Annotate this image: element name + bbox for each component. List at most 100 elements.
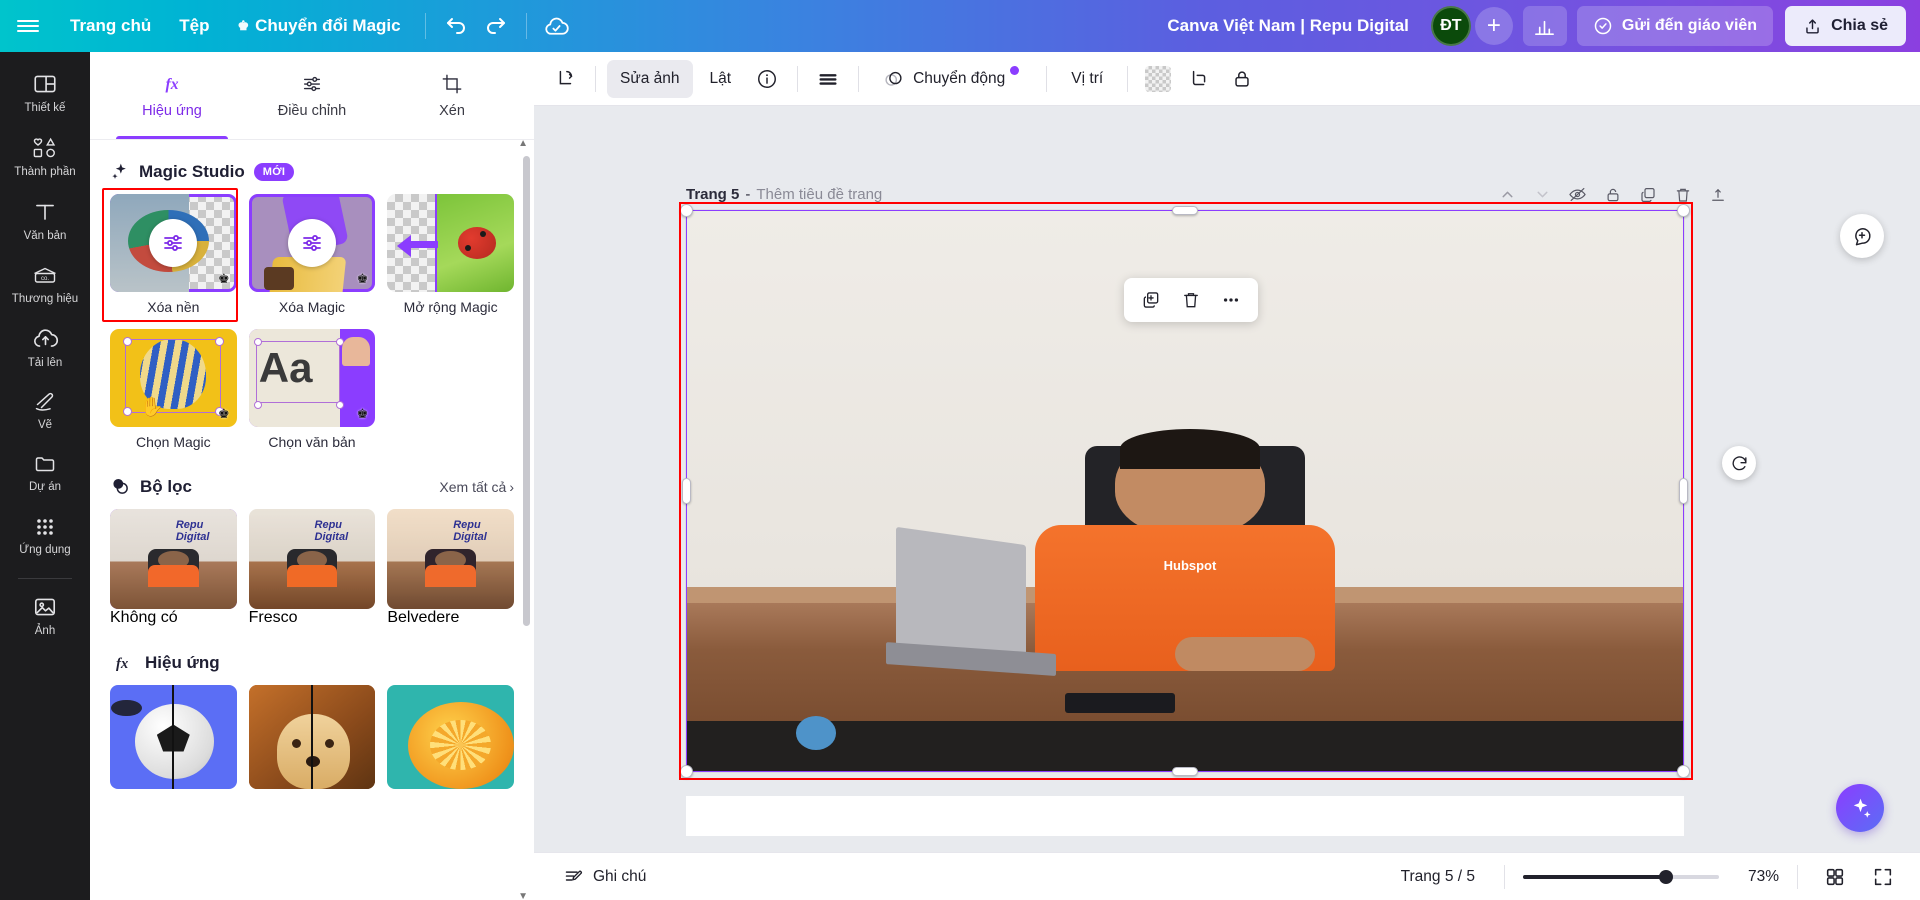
sidebar-item-draw[interactable]: Vẽ xyxy=(6,381,84,439)
element-toolbar: Sửa ảnh Lật Chuyển động Vị tr xyxy=(534,52,1920,106)
effects-panel: fx Hiệu ứng Điều chỉnh Xén xyxy=(90,52,534,900)
sidebar-item-design[interactable]: Thiết kế xyxy=(6,62,84,122)
flip-button[interactable]: Lật xyxy=(697,60,745,98)
menu-home[interactable]: Trang chủ xyxy=(56,9,165,43)
lock-page-icon[interactable] xyxy=(1596,178,1629,211)
next-page-preview[interactable] xyxy=(686,796,1684,836)
left-rail: Thiết kế Thành phần Văn bản co. Thương h… xyxy=(0,52,90,900)
undo-icon[interactable] xyxy=(436,6,476,46)
resize-handle-top[interactable] xyxy=(1172,206,1198,215)
resize-handle-right[interactable] xyxy=(1679,478,1688,504)
card-thumb: ✋ ♚ xyxy=(110,329,237,427)
magic-sparkle-icon[interactable] xyxy=(1836,784,1884,832)
effect-item-blur[interactable] xyxy=(249,685,376,789)
zoom-slider[interactable] xyxy=(1523,875,1719,879)
expand-page-icon[interactable] xyxy=(1701,178,1734,211)
page-counter[interactable]: Trang 5 / 5 xyxy=(1390,861,1486,893)
tab-adjust[interactable]: Điều chỉnh xyxy=(242,53,382,139)
canvas-area: Trang 5 - Thêm tiêu đề trang xyxy=(534,106,1920,900)
comment-plus-icon[interactable] xyxy=(1840,214,1884,258)
resize-handle-bl[interactable] xyxy=(680,765,693,778)
pen-draw-icon xyxy=(32,390,59,414)
tab-effects[interactable]: fx Hiệu ứng xyxy=(102,53,242,139)
panel-content: Magic Studio MỚI ♚ xyxy=(90,140,534,900)
notes-button[interactable]: Ghi chú xyxy=(552,859,657,894)
transparency-icon[interactable] xyxy=(1145,66,1171,92)
menu-magic-switch[interactable]: ♚ Chuyển đổi Magic xyxy=(223,9,414,43)
info-icon[interactable] xyxy=(748,60,786,98)
share-button[interactable]: Chia sẻ xyxy=(1785,6,1906,46)
sidebar-label: Thương hiệu xyxy=(12,293,78,306)
send-to-teacher-label: Gửi đến giáo viên xyxy=(1622,17,1757,35)
card-remove-background[interactable]: ♚ Xóa nền xyxy=(110,194,237,315)
sidebar-item-text[interactable]: Văn bản xyxy=(6,190,84,250)
tab-crop[interactable]: Xén xyxy=(382,53,522,139)
resize-handle-br[interactable] xyxy=(1677,765,1690,778)
send-to-teacher-button[interactable]: Gửi đến giáo viên xyxy=(1577,6,1773,46)
divider xyxy=(858,66,859,92)
resize-handle-tl[interactable] xyxy=(680,204,693,217)
hamburger-icon[interactable] xyxy=(0,0,56,52)
filter-item-belvedere[interactable]: Repu Digital Belvedere xyxy=(387,509,514,627)
chevron-down-icon[interactable] xyxy=(1526,178,1559,211)
filter-item-fresco[interactable]: Repu Digital Fresco xyxy=(249,509,376,627)
avatar[interactable]: ĐT xyxy=(1431,6,1471,46)
align-lines-icon[interactable] xyxy=(809,60,847,98)
page-header[interactable]: Trang 5 - Thêm tiêu đề trang xyxy=(686,186,882,203)
grid-view-icon[interactable] xyxy=(1816,858,1854,896)
chevron-up-icon[interactable] xyxy=(1491,178,1524,211)
resize-handle-tr[interactable] xyxy=(1677,204,1690,217)
magic-sliders-icon xyxy=(288,219,336,267)
card-magic-grab[interactable]: ✋ ♚ Chọn Magic xyxy=(110,329,237,450)
brand-kit-icon: co. xyxy=(31,264,59,288)
cloud-check-icon[interactable] xyxy=(537,6,577,46)
effect-item-duotone[interactable] xyxy=(387,685,514,789)
sidebar-item-elements[interactable]: Thành phần xyxy=(6,126,84,186)
redo-icon[interactable] xyxy=(476,6,516,46)
sidebar-item-photos[interactable]: Ảnh xyxy=(6,585,84,645)
sidebar-label: Tải lên xyxy=(28,357,63,370)
bar-chart-icon[interactable] xyxy=(1523,6,1567,46)
trash-icon[interactable] xyxy=(1172,282,1210,318)
card-label: Mở rộng Magic xyxy=(387,299,514,315)
crop-corner-icon[interactable] xyxy=(1181,60,1219,98)
card-select-text[interactable]: Aa ♚ Chọn văn bản xyxy=(249,329,376,450)
eye-off-icon[interactable] xyxy=(1561,178,1594,211)
sidebar-item-projects[interactable]: Dự án xyxy=(6,443,84,501)
filter-item-none[interactable]: Repu Digital Không có xyxy=(110,509,237,627)
add-collaborator-button[interactable]: + xyxy=(1475,7,1513,45)
menu-file[interactable]: Tệp xyxy=(165,9,223,43)
lock-icon[interactable] xyxy=(1223,60,1261,98)
flip-transform-icon[interactable] xyxy=(546,60,584,98)
rotate-icon[interactable] xyxy=(1722,446,1756,480)
filters-see-all-link[interactable]: Xem tất cả › xyxy=(439,479,514,495)
zoom-value[interactable]: 73% xyxy=(1731,868,1779,886)
editor-area: Sửa ảnh Lật Chuyển động Vị tr xyxy=(534,52,1920,900)
sidebar-item-uploads[interactable]: Tải lên xyxy=(6,317,84,377)
more-dots-icon[interactable] xyxy=(1212,282,1250,318)
card-magic-expand[interactable]: Mở rộng Magic xyxy=(387,194,514,315)
menu-file-label: Tệp xyxy=(179,16,209,36)
fullscreen-icon[interactable] xyxy=(1864,858,1902,896)
zoom-slider-fill xyxy=(1523,875,1666,879)
page-title-input[interactable]: Thêm tiêu đề trang xyxy=(756,186,882,203)
pro-crown-icon: ♚ xyxy=(357,406,369,422)
effect-item-shadow[interactable] xyxy=(110,685,237,789)
scroll-up-arrow-icon[interactable]: ▲ xyxy=(518,138,528,149)
zoom-slider-knob[interactable] xyxy=(1659,870,1673,884)
edit-photo-button[interactable]: Sửa ảnh xyxy=(607,60,693,98)
scroll-down-arrow-icon[interactable]: ▼ xyxy=(518,891,528,900)
sidebar-item-apps[interactable]: Ứng dụng xyxy=(6,506,84,564)
resize-handle-bottom[interactable] xyxy=(1172,767,1198,776)
resize-handle-left[interactable] xyxy=(682,478,691,504)
document-title[interactable]: Canva Việt Nam | Repu Digital xyxy=(1155,10,1421,42)
effect-thumb xyxy=(249,685,376,789)
filter-label: Không có xyxy=(110,609,178,626)
position-button[interactable]: Vị trí xyxy=(1058,60,1116,98)
duplicate-icon[interactable] xyxy=(1132,282,1170,318)
sidebar-item-brand[interactable]: co. Thương hiệu xyxy=(6,255,84,313)
animate-button[interactable]: Chuyển động xyxy=(870,60,1035,98)
card-magic-eraser[interactable]: ♚ Xóa Magic xyxy=(249,194,376,315)
duplicate-page-icon[interactable] xyxy=(1631,178,1664,211)
panel-scrollbar-thumb[interactable] xyxy=(523,156,530,626)
